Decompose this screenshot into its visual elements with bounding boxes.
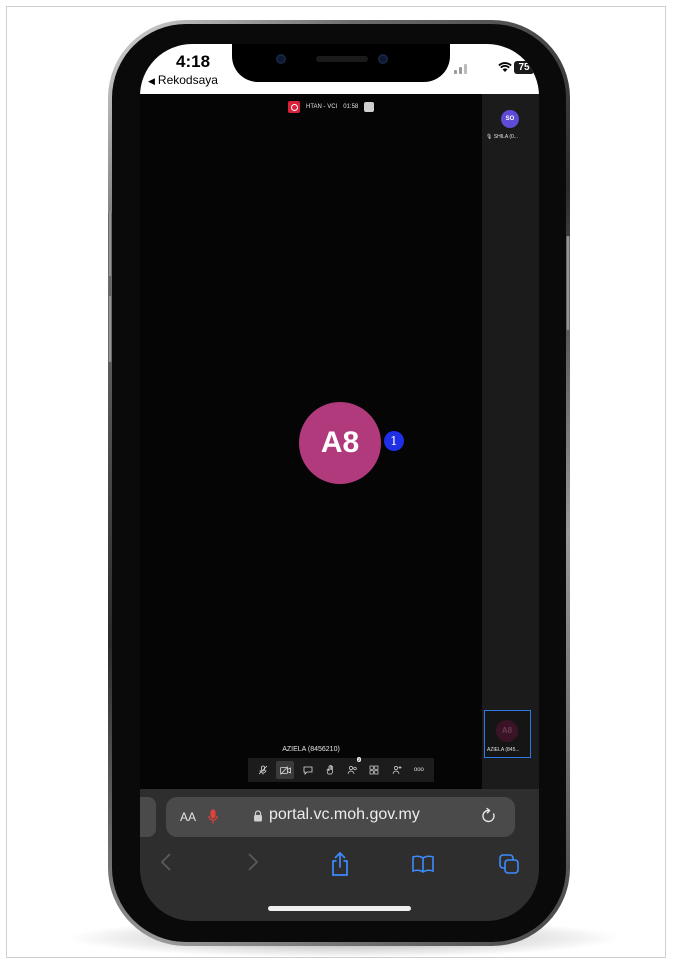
add-person-icon	[392, 766, 402, 775]
chat-button[interactable]	[299, 761, 317, 779]
more-options-button[interactable]: ooo	[410, 761, 428, 779]
rail-participant-avatar[interactable]: SO	[501, 110, 519, 128]
bookmarks-icon[interactable]	[411, 855, 435, 873]
dominant-speaker-avatar: A8	[299, 402, 381, 484]
annotation-number-badge: 1	[384, 431, 404, 451]
url-text: portal.vc.moh.gov.my	[269, 806, 420, 823]
dynamic-island	[232, 44, 450, 82]
back-app-label: Rekodsaya	[157, 73, 218, 87]
volume-button	[108, 296, 112, 362]
local-participant-avatar: A8	[496, 720, 518, 742]
front-camera-icon	[276, 54, 286, 64]
action-button	[108, 212, 112, 276]
invite-button[interactable]	[388, 761, 406, 779]
back-to-app-link[interactable]: ◀ Rekodsaya	[148, 73, 218, 87]
power-button	[566, 236, 570, 330]
local-participant-name: AZIELA (845...	[487, 747, 520, 753]
mic-muted-icon	[258, 765, 268, 775]
connection-quality-icon[interactable]	[364, 102, 375, 112]
status-time: 4:18	[176, 52, 211, 71]
more-icon: ooo	[413, 767, 424, 773]
current-speaker-label: AZIELA (8456210)	[282, 746, 340, 753]
phone-screen: 4:18 ◀ Rekodsaya 75 HTAN - VCI 01:58 SO …	[140, 44, 539, 921]
chat-icon	[303, 766, 313, 775]
meeting-duration: 01:58	[343, 104, 359, 110]
lock-icon	[254, 810, 262, 822]
camera-off-icon	[279, 765, 291, 775]
share-icon[interactable]	[330, 851, 350, 877]
participants-icon	[347, 766, 357, 775]
mic-toggle-button[interactable]	[254, 761, 272, 779]
earpiece-speaker	[316, 56, 368, 62]
raise-hand-button[interactable]	[321, 761, 339, 779]
video-meeting-view: HTAN - VCI 01:58 SO 🎙︎ SHILA (0... A8 1 …	[140, 94, 539, 794]
hand-icon	[326, 765, 333, 775]
page-settings-button[interactable]: AA	[180, 808, 196, 826]
safari-bottom-bar: AA portal.vc.moh.gov.my	[140, 789, 539, 921]
back-icon[interactable]	[160, 851, 172, 873]
reload-icon[interactable]	[480, 807, 498, 825]
local-participant-tile[interactable]: A8 AZIELA (845...	[484, 710, 531, 758]
battery-indicator: 75	[514, 61, 534, 74]
back-triangle-icon: ◀	[148, 76, 155, 86]
forward-icon[interactable]	[247, 851, 259, 873]
previous-tab-peek[interactable]	[140, 797, 156, 837]
address-bar[interactable]: AA portal.vc.moh.gov.my	[166, 797, 515, 837]
mic-muted-icon: 🎙︎	[486, 134, 493, 140]
tabs-icon[interactable]	[498, 853, 520, 875]
meeting-info-bar: HTAN - VCI 01:58	[288, 100, 375, 114]
microphone-in-use-icon[interactable]	[208, 809, 218, 825]
rail-participant-name: 🎙︎ SHILA (0...	[486, 134, 518, 140]
status-bar: 4:18 ◀ Rekodsaya 75	[140, 44, 539, 94]
meeting-toolbar: 2 ooo	[248, 757, 434, 782]
meeting-title: HTAN - VCI	[306, 104, 338, 110]
sensor-icon	[378, 54, 388, 64]
camera-toggle-button[interactable]	[276, 761, 295, 779]
grid-icon	[370, 765, 379, 775]
home-indicator[interactable]	[268, 906, 411, 911]
tile-view-button[interactable]	[365, 761, 383, 779]
wifi-icon	[498, 62, 512, 72]
safari-toolbar	[140, 851, 539, 883]
participant-filmstrip	[482, 94, 539, 794]
participants-count-badge: 2	[356, 757, 362, 762]
record-icon	[288, 101, 300, 113]
participants-button[interactable]: 2	[343, 757, 362, 779]
